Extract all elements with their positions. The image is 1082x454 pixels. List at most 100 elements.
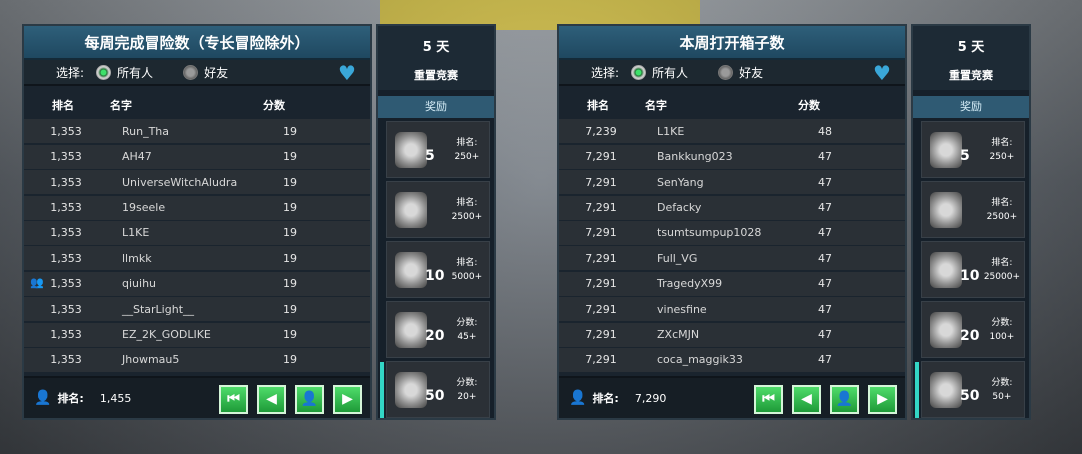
reward-tier[interactable]: 排名: 2500+	[386, 181, 490, 238]
table-row[interactable]: 7,291 Defacky 47	[559, 195, 905, 220]
prev-page-button[interactable]: ◀	[792, 385, 821, 414]
reward-req-label: 分数:	[456, 317, 478, 328]
reward-tier[interactable]: 排名: 2500+	[921, 181, 1025, 238]
radio-all[interactable]	[96, 64, 112, 80]
table-row[interactable]: 7,291 coca_maggik33 47	[559, 347, 905, 372]
table-row[interactable]: 7,291 tsumtsumpup1028 47	[559, 220, 905, 245]
score-value: 47	[818, 277, 832, 291]
player-name: qiuihu	[122, 277, 157, 291]
first-page-button[interactable]: ⏮	[754, 385, 783, 414]
my-rank-footer: 👤 排名: 7,290 ⏮ ◀ 👤 ▶	[559, 376, 905, 418]
reward-tier[interactable]: 50 分数: 20+	[386, 361, 490, 418]
table-row[interactable]: 👥 1,353 qiuihu 19	[24, 271, 370, 296]
next-page-button[interactable]: ▶	[333, 385, 362, 414]
radio-friends-label[interactable]: 好友	[739, 64, 763, 81]
radio-all-label[interactable]: 所有人	[117, 64, 153, 81]
table-row[interactable]: 7,239 L1KE 48	[559, 119, 905, 144]
reward-count: 5	[960, 147, 970, 164]
user-icon: 👤	[569, 390, 587, 406]
rank-value: 1,353	[50, 175, 82, 189]
reward-tier[interactable]: 10 排名: 5000+	[386, 241, 490, 298]
reward-req-value: 25000+	[983, 271, 1020, 282]
rank-value: 7,291	[585, 251, 617, 265]
reward-requirement: 排名: 2500+	[980, 196, 1024, 224]
my-rank-label: 排名:	[57, 392, 84, 405]
rank-cell: 👥 1,353	[24, 276, 108, 290]
user-icon: 👤	[34, 390, 52, 406]
table-row[interactable]: 7,291 Full_VG 47	[559, 246, 905, 271]
score-value: 19	[283, 353, 297, 367]
reward-req-value: 2500+	[451, 211, 483, 222]
score-value: 47	[818, 201, 832, 215]
reward-count: 5	[425, 147, 435, 164]
heart-icon[interactable]: ♥	[338, 63, 360, 83]
table-row[interactable]: 1,353 UniverseWitchAludra 19	[24, 170, 370, 195]
player-name: Defacky	[657, 201, 702, 215]
radio-friends[interactable]	[183, 64, 199, 80]
radio-friends[interactable]	[718, 64, 734, 80]
table-row[interactable]: 7,291 Bankkung023 47	[559, 144, 905, 169]
reward-count: 10	[425, 267, 445, 284]
rank-value: 1,353	[50, 353, 82, 367]
table-row[interactable]: 7,291 TragedyX99 47	[559, 271, 905, 296]
table-row[interactable]: 7,291 ZXcMJN 47	[559, 322, 905, 347]
rank-value: 1,353	[50, 328, 82, 342]
reward-requirement: 排名: 5000+	[445, 256, 489, 284]
first-page-button[interactable]: ⏮	[219, 385, 248, 414]
prev-page-button[interactable]: ◀	[257, 385, 286, 414]
table-row[interactable]: 1,353 L1KE 19	[24, 220, 370, 245]
table-row[interactable]: 1,353 Run_Tha 19	[24, 119, 370, 144]
reward-tier[interactable]: 20 分数: 45+	[386, 301, 490, 358]
table-row[interactable]: 1,353 19seele 19	[24, 195, 370, 220]
next-page-button[interactable]: ▶	[868, 385, 897, 414]
table-row[interactable]: 1,353 AH47 19	[24, 144, 370, 169]
score-value: 19	[283, 277, 297, 291]
rank-value: 7,291	[585, 175, 617, 189]
rank-cell: 7,291	[559, 226, 643, 239]
radio-all[interactable]	[631, 64, 647, 80]
rank-cell: 1,353	[24, 303, 108, 316]
reward-tier[interactable]: 20 分数: 100+	[921, 301, 1025, 358]
rank-cell: 1,353	[24, 353, 108, 366]
reward-req-value: 250+	[989, 151, 1015, 162]
table-row[interactable]: 7,291 SenYang 47	[559, 170, 905, 195]
reward-req-value: 45+	[457, 331, 477, 342]
reward-tier[interactable]: 5 排名: 250+	[386, 121, 490, 178]
my-position-button[interactable]: 👤	[830, 385, 859, 414]
score-value: 47	[818, 302, 832, 316]
player-name: coca_maggik33	[657, 353, 743, 367]
player-name: Run_Tha	[122, 124, 170, 138]
reward-sidebar: 5 天 重置竞赛 奖励 5 排名: 250+ 排名: 2500+ 10 排名: …	[376, 24, 496, 420]
progress-indicator	[380, 362, 384, 418]
reset-timer: 5 天 重置竞赛	[913, 26, 1029, 90]
table-header: 排名 名字 分数	[24, 92, 370, 118]
reward-count: 20	[425, 327, 445, 344]
progress-indicator	[915, 362, 919, 418]
days-remaining: 5 天	[957, 40, 985, 55]
reward-count: 50	[425, 387, 445, 404]
heart-icon[interactable]: ♥	[873, 63, 895, 83]
radio-all-label[interactable]: 所有人	[652, 64, 688, 81]
reset-label: 重置竞赛	[414, 69, 458, 82]
reward-count: 50	[960, 387, 980, 404]
player-name: Jhowmau5	[122, 353, 180, 367]
rank-value: 1,353	[50, 201, 82, 215]
reward-tier[interactable]: 5 排名: 250+	[921, 121, 1025, 178]
table-row[interactable]: 7,291 vinesfine 47	[559, 297, 905, 322]
reward-tier[interactable]: 10 排名: 25000+	[921, 241, 1025, 298]
table-row[interactable]: 1,353 __StarLight__ 19	[24, 297, 370, 322]
table-row[interactable]: 1,353 llmkk 19	[24, 246, 370, 271]
col-name: 名字	[645, 99, 667, 112]
table-row[interactable]: 1,353 Jhowmau5 19	[24, 347, 370, 372]
radio-friends-label[interactable]: 好友	[204, 64, 228, 81]
player-name: ZXcMJN	[657, 328, 700, 342]
rank-value: 7,291	[585, 150, 617, 164]
reward-requirement: 排名: 25000+	[980, 256, 1024, 284]
reward-tier[interactable]: 50 分数: 50+	[921, 361, 1025, 418]
reward-req-label: 排名:	[456, 257, 478, 268]
rank-cell: 7,291	[559, 328, 643, 341]
page-nav: ⏮ ◀ 👤 ▶	[219, 385, 362, 414]
leaderboard-title: 本周打开箱子数	[559, 26, 905, 60]
my-position-button[interactable]: 👤	[295, 385, 324, 414]
table-row[interactable]: 1,353 EZ_2K_GODLIKE 19	[24, 322, 370, 347]
